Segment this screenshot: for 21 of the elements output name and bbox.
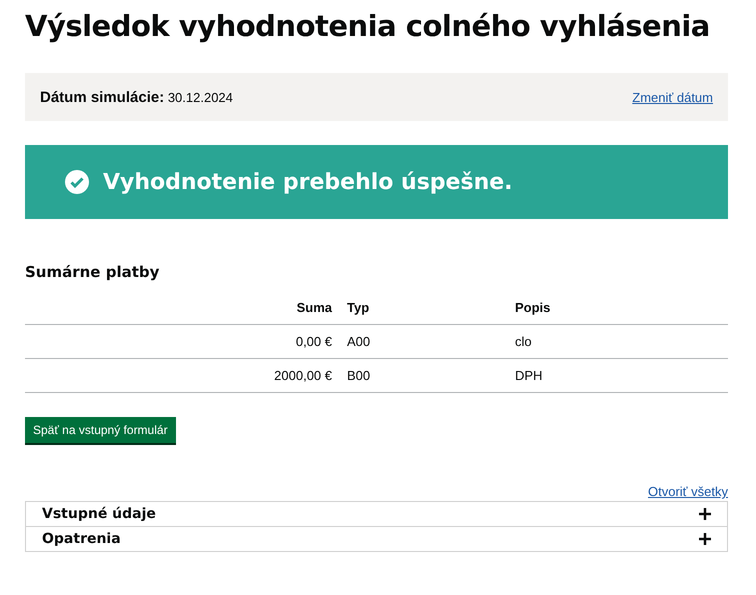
simulation-date: Dátum simulácie: 30.12.2024	[40, 88, 233, 106]
open-all-link[interactable]: Otvoriť všetky	[648, 484, 728, 499]
page-title: Výsledok vyhodnotenia colného vyhlásenia	[25, 8, 711, 45]
change-date-link[interactable]: Zmeniť dátum	[632, 90, 713, 104]
table-cell: 2000,00 €	[25, 358, 347, 392]
back-button[interactable]: Späť na vstupný formulár	[25, 417, 176, 443]
column-header: Popis	[515, 291, 728, 324]
accordion-label: Opatrenia	[42, 531, 121, 547]
column-header: Typ	[347, 291, 515, 324]
table-cell: 0,00 €	[25, 324, 347, 358]
accordion-label: Vstupné údaje	[42, 506, 156, 522]
accordion-header[interactable]: Opatrenia	[26, 526, 727, 551]
success-message: Vyhodnotenie prebehlo úspešne.	[103, 170, 513, 194]
table-cell: clo	[515, 324, 728, 358]
section-heading: Sumárne platby	[25, 263, 160, 281]
accordion-header[interactable]: Vstupné údaje	[26, 502, 727, 526]
table-cell: A00	[347, 324, 515, 358]
check-circle-icon	[65, 170, 89, 194]
column-header: Suma	[25, 291, 347, 324]
table-cell: DPH	[515, 358, 728, 392]
table-cell: B00	[347, 358, 515, 392]
